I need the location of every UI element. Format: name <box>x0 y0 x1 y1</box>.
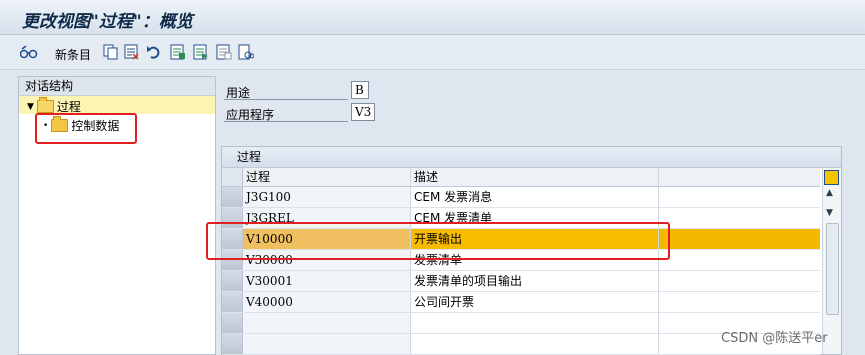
description-cell[interactable]: CEM 发票消息 <box>411 187 659 207</box>
select-all-cell[interactable] <box>222 168 243 186</box>
column-header-description[interactable]: 描述 <box>411 168 659 186</box>
select-all-icon[interactable] <box>170 44 186 60</box>
description-cell[interactable] <box>411 334 659 354</box>
copy-icon[interactable] <box>103 44 119 60</box>
scrollbar-thumb[interactable] <box>826 223 839 315</box>
table-row[interactable]: V30001 发票清单的项目输出 <box>222 271 820 292</box>
process-cell[interactable] <box>243 334 411 354</box>
description-cell[interactable]: 发票清单的项目输出 <box>411 271 659 291</box>
application-field[interactable]: V3 <box>351 103 375 121</box>
process-cell[interactable]: J3G100 <box>243 187 411 207</box>
row-selector[interactable] <box>222 292 243 312</box>
watermark: CSDN @陈送平er <box>721 331 828 346</box>
scroll-down-icon[interactable]: ▼ <box>826 208 833 218</box>
select-block-icon[interactable] <box>193 44 209 60</box>
title-bar: 更改视图"过程"：概览 <box>0 0 865 35</box>
application-underline <box>224 121 348 122</box>
table-settings-icon[interactable] <box>824 170 839 185</box>
row-selector[interactable] <box>222 271 243 291</box>
row-selector[interactable] <box>222 313 243 333</box>
glasses-icon[interactable] <box>20 44 38 60</box>
annotation-box-selected-row <box>206 222 670 260</box>
print-icon[interactable] <box>238 44 254 60</box>
process-cell[interactable] <box>243 313 411 333</box>
tree-header: 对话结构 <box>19 77 215 96</box>
folder-open-icon <box>36 97 54 113</box>
table-row[interactable]: J3G100 CEM 发票消息 <box>222 187 820 208</box>
row-selector[interactable] <box>222 334 243 354</box>
row-selector[interactable] <box>222 187 243 207</box>
annotation-box-control-data <box>35 113 137 144</box>
usage-field[interactable]: B <box>351 81 369 99</box>
column-header-process[interactable]: 过程 <box>243 168 411 186</box>
table-header-row: 过程 描述 <box>222 168 820 187</box>
new-entries-button[interactable]: 新条目 <box>55 46 91 63</box>
expand-arrow-icon[interactable]: ▼ <box>27 102 34 112</box>
undo-icon[interactable] <box>146 44 162 60</box>
description-cell[interactable] <box>411 313 659 333</box>
process-cell[interactable]: V30001 <box>243 271 411 291</box>
process-cell[interactable]: V40000 <box>243 292 411 312</box>
delete-icon[interactable] <box>124 44 140 60</box>
table-title: 过程 <box>222 147 841 168</box>
usage-underline <box>224 99 348 100</box>
page-title: 更改视图"过程"：概览 <box>22 12 193 32</box>
toolbar: 新条目 <box>0 35 865 70</box>
description-cell[interactable]: 公司间开票 <box>411 292 659 312</box>
deselect-all-icon[interactable] <box>216 44 232 60</box>
table-row[interactable]: V40000 公司间开票 <box>222 292 820 313</box>
scroll-up-icon[interactable]: ▲ <box>826 188 833 198</box>
